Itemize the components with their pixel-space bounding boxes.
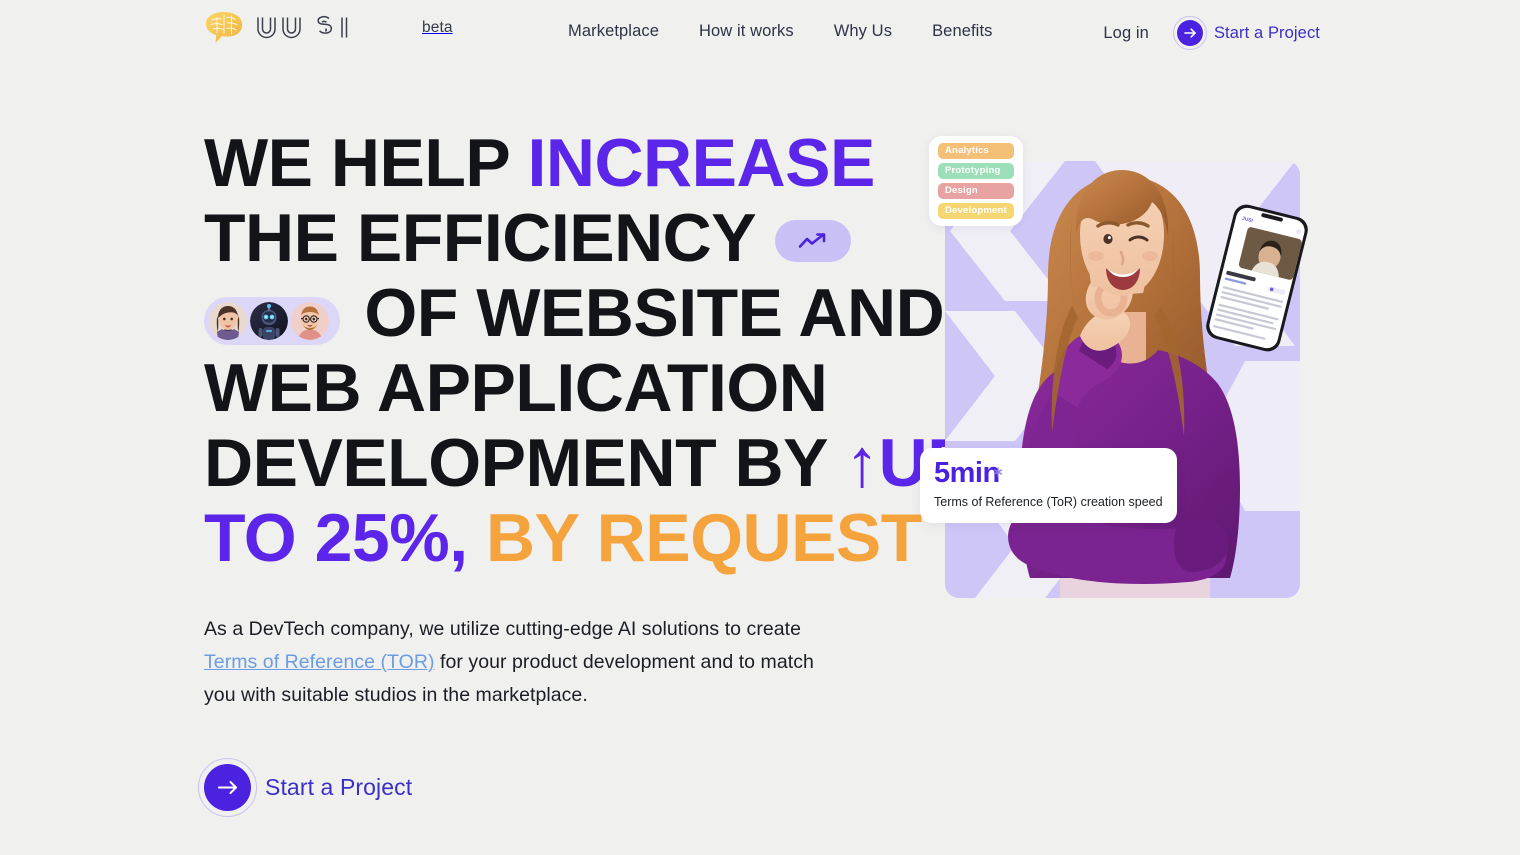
headline-seg-of-website-and: OF WEBSITE AND xyxy=(346,275,945,351)
skill-tags-card: Analytics Prototyping Design Development xyxy=(929,136,1023,226)
tor-speed-number: 5min xyxy=(934,457,1000,489)
headline-line-3: OF WEBSITE AND xyxy=(204,276,945,351)
headline-seg-by-request: BY REQUEST xyxy=(467,500,922,576)
headline-line-1: WE HELP INCREASE xyxy=(204,126,884,201)
tag-design: Design xyxy=(938,182,1014,199)
hero-illustration: JUSI Analytics Prototyping Design Develo… xyxy=(920,126,1308,598)
tag-prototyping: Prototyping xyxy=(938,162,1014,179)
avatar-robot xyxy=(250,302,288,340)
site-header: beta Marketplace How it works Why Us Ben… xyxy=(0,0,1520,64)
arrow-right-icon xyxy=(1172,16,1207,50)
tag-analytics: Analytics xyxy=(938,143,1014,159)
nav-item-why-us[interactable]: Why Us xyxy=(834,22,892,41)
tag-development: Development xyxy=(938,202,1014,219)
headline-line-5: DEVELOPMENT BY ↑UP xyxy=(204,425,973,501)
lead-part-1: As a DevTech company, we utilize cutting… xyxy=(204,618,802,640)
avatar-group xyxy=(204,297,340,345)
avatar-woman xyxy=(209,302,247,340)
headline-line-4: WEB APPLICATION xyxy=(204,350,828,426)
trending-up-icon xyxy=(775,220,852,262)
headline-seg-we-help: WE HELP xyxy=(204,125,528,201)
main-nav: Marketplace How it works Why Us Benefits xyxy=(568,22,992,41)
nav-item-benefits[interactable]: Benefits xyxy=(932,22,992,41)
hero-cta-label: Start a Project xyxy=(265,774,413,800)
page-title: WE HELP INCREASE THE EFFICIENCY OF WEBSI… xyxy=(204,126,973,576)
hero-copy: WE HELP INCREASE THE EFFICIENCY OF WEBSI… xyxy=(198,126,973,817)
brand-mark xyxy=(203,11,414,45)
nav-item-marketplace[interactable]: Marketplace xyxy=(568,22,659,41)
headline-line-2: THE EFFICIENCY xyxy=(204,201,884,276)
tor-speed-description: Terms of Reference (ToR) creation speed xyxy=(934,495,1163,509)
headline-line-6: TO 25%, BY REQUEST xyxy=(204,500,922,576)
arrow-right-icon xyxy=(198,758,257,817)
tor-speed-card: 5min Terms of Reference (ToR) creation s… xyxy=(920,448,1177,523)
sparkle-icon xyxy=(993,454,1003,483)
header-actions: Log in Start a Project xyxy=(1103,16,1320,50)
hero-start-project-button[interactable]: Start a Project xyxy=(198,758,413,817)
headline-seg-the-efficiency: THE EFFICIENCY xyxy=(204,200,774,276)
beta-badge: beta xyxy=(422,19,453,36)
brand-logo[interactable]: beta xyxy=(203,11,453,45)
headline-seg-increase: INCREASE xyxy=(527,125,875,201)
headline-seg-to-25: TO 25%, xyxy=(204,500,468,576)
headline-seg-development-by: DEVELOPMENT BY xyxy=(204,425,846,501)
avatar-man xyxy=(291,302,329,340)
tor-speed-value: 5min xyxy=(934,457,1002,489)
hero-description: As a DevTech company, we utilize cutting… xyxy=(204,613,844,712)
header-cta-label: Start a Project xyxy=(1213,23,1320,42)
nav-item-how-it-works[interactable]: How it works xyxy=(699,22,794,41)
wordmark-jusi xyxy=(254,13,414,43)
login-link[interactable]: Log in xyxy=(1103,24,1149,43)
tor-link[interactable]: Terms of Reference (TOR) xyxy=(204,651,435,673)
header-start-project-button[interactable]: Start a Project xyxy=(1172,16,1320,50)
brain-icon xyxy=(203,11,245,45)
